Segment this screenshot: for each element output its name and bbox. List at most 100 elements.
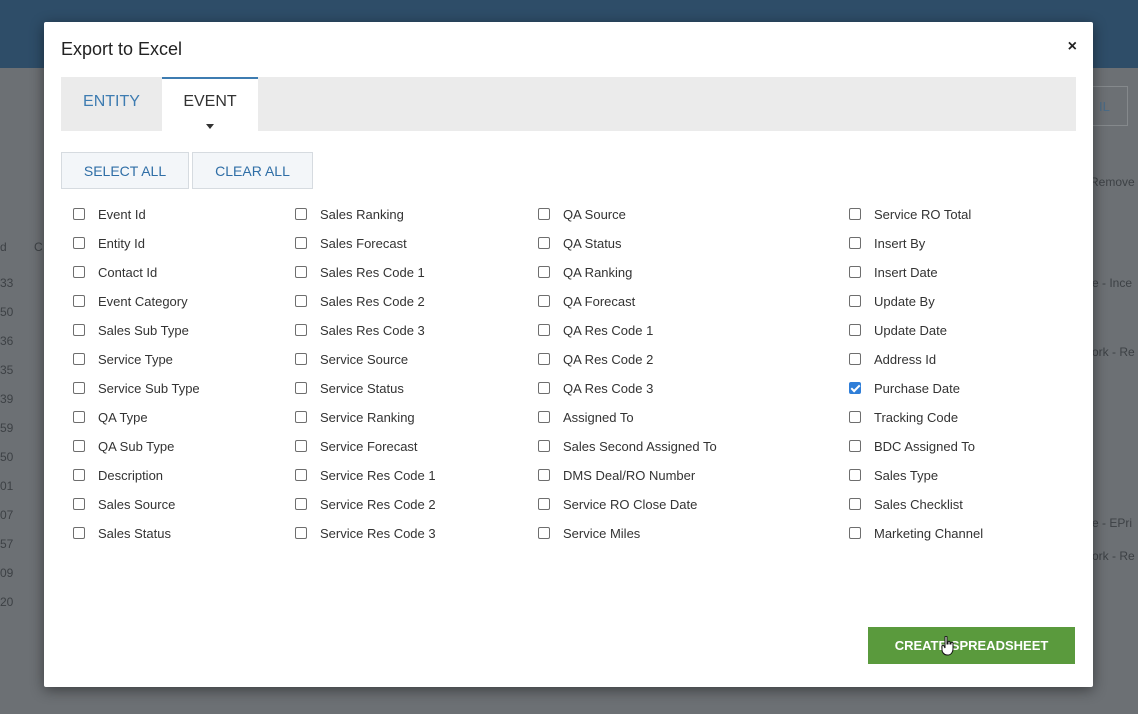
background-row-label: 01 xyxy=(0,479,14,493)
background-header-c: C xyxy=(34,240,43,254)
field-option-label: Sales Res Code 1 xyxy=(320,265,425,280)
checkbox[interactable] xyxy=(73,382,85,394)
checkbox[interactable] xyxy=(295,295,307,307)
select-all-button[interactable]: SELECT ALL xyxy=(61,152,189,189)
checkbox[interactable] xyxy=(849,411,861,423)
checkbox[interactable] xyxy=(295,440,307,452)
field-option-label: Description xyxy=(98,468,164,483)
field-option-label: Sales Checklist xyxy=(874,497,963,512)
field-option-label: Address Id xyxy=(874,352,937,367)
checkbox[interactable] xyxy=(538,527,550,539)
background-row-label: 07 xyxy=(0,508,14,522)
field-option-label: Service Sub Type xyxy=(98,381,200,396)
background-row-label: 33 xyxy=(0,276,14,290)
checkbox[interactable] xyxy=(295,237,307,249)
checkbox[interactable] xyxy=(73,411,85,423)
checkbox[interactable] xyxy=(73,266,85,278)
checkbox[interactable] xyxy=(849,527,861,539)
checkbox[interactable] xyxy=(538,411,550,423)
checkbox[interactable] xyxy=(73,440,85,452)
field-option-label: Update By xyxy=(874,294,935,309)
field-option-label: Sales Source xyxy=(98,497,176,512)
field-option-label: Service Forecast xyxy=(320,439,418,454)
field-option-label: BDC Assigned To xyxy=(874,439,975,454)
field-option-label: Sales Status xyxy=(98,526,171,541)
field-option-label: Sales Second Assigned To xyxy=(563,439,717,454)
clear-all-button[interactable]: CLEAR ALL xyxy=(192,152,313,189)
field-option-label: Tracking Code xyxy=(874,410,959,425)
field-checkbox-list: Event Id Entity Id Contact Id Event Categor… xyxy=(61,200,1076,618)
checkbox[interactable] xyxy=(849,353,861,365)
checkbox[interactable] xyxy=(538,208,550,220)
checkbox[interactable] xyxy=(73,237,85,249)
field-option-label: Service Res Code 2 xyxy=(320,497,436,512)
checkbox[interactable] xyxy=(73,527,85,539)
checkbox[interactable] xyxy=(295,498,307,510)
checkbox[interactable] xyxy=(73,353,85,365)
field-option-label: Assigned To xyxy=(563,410,634,425)
checkbox[interactable] xyxy=(849,208,861,220)
checkbox[interactable] xyxy=(73,469,85,481)
field-option-label: Service Type xyxy=(98,352,173,367)
background-row-label: 39 xyxy=(0,392,14,406)
checkbox[interactable] xyxy=(538,440,550,452)
checkbox[interactable] xyxy=(538,266,550,278)
hand-cursor-icon xyxy=(941,636,954,656)
checkbox[interactable] xyxy=(538,382,550,394)
field-option-label: Event Category xyxy=(98,294,188,309)
background-fragment: ork - Re xyxy=(1092,549,1135,563)
background-header-d: d xyxy=(0,240,7,254)
checkbox[interactable] xyxy=(849,295,861,307)
checkbox[interactable] xyxy=(295,527,307,539)
checkbox[interactable] xyxy=(295,411,307,423)
checkbox[interactable] xyxy=(295,208,307,220)
checkbox[interactable] xyxy=(538,295,550,307)
field-option-label: Sales Type xyxy=(874,468,939,483)
background-row-label: 35 xyxy=(0,363,14,377)
field-option-label: Service Status xyxy=(320,381,404,396)
checkbox[interactable] xyxy=(538,237,550,249)
checkbox[interactable] xyxy=(538,469,550,481)
create-spreadsheet-button[interactable]: CREATE SPREADSHEET xyxy=(868,627,1075,664)
checkbox[interactable] xyxy=(73,498,85,510)
checkbox[interactable] xyxy=(73,208,85,220)
checkbox[interactable] xyxy=(849,237,861,249)
tab-event[interactable]: EVENT xyxy=(162,77,258,131)
checkbox[interactable] xyxy=(73,324,85,336)
checkbox[interactable] xyxy=(73,295,85,307)
checkbox[interactable] xyxy=(849,266,861,278)
background-fragment: e - EPri xyxy=(1092,516,1133,530)
checkbox[interactable] xyxy=(295,382,307,394)
checkbox[interactable] xyxy=(538,353,550,365)
field-option-label: Update Date xyxy=(874,323,947,338)
background-row-label: 50 xyxy=(0,305,14,319)
field-option-label: Insert By xyxy=(874,236,926,251)
field-option-label: Service Res Code 3 xyxy=(320,526,436,541)
field-option-label: Sales Forecast xyxy=(320,236,407,251)
background-row-label: 59 xyxy=(0,421,14,435)
checkbox-checked[interactable] xyxy=(849,382,861,394)
tab-entity[interactable]: ENTITY xyxy=(61,77,162,131)
field-option-label: QA Res Code 2 xyxy=(563,352,654,367)
checkbox[interactable] xyxy=(538,498,550,510)
field-option-label: Purchase Date xyxy=(874,381,960,396)
close-button[interactable]: × xyxy=(1068,38,1077,56)
checkbox[interactable] xyxy=(849,440,861,452)
checkbox[interactable] xyxy=(849,469,861,481)
caret-down-icon xyxy=(206,124,214,129)
background-fragment: e - Ince xyxy=(1092,276,1133,290)
background-header-remove: Remove xyxy=(1090,175,1135,189)
checkbox[interactable] xyxy=(295,469,307,481)
checkbox[interactable] xyxy=(849,324,861,336)
field-option-label: QA Type xyxy=(98,410,148,425)
field-option-label: QA Res Code 3 xyxy=(563,381,654,396)
checkbox[interactable] xyxy=(538,324,550,336)
field-option-label: Service Source xyxy=(320,352,409,367)
field-option-label: Sales Ranking xyxy=(320,207,404,222)
checkbox[interactable] xyxy=(295,353,307,365)
checkbox[interactable] xyxy=(295,324,307,336)
checkbox[interactable] xyxy=(849,498,861,510)
field-option-label: Sales Res Code 2 xyxy=(320,294,425,309)
checkbox[interactable] xyxy=(295,266,307,278)
field-option-label: Insert Date xyxy=(874,265,938,280)
